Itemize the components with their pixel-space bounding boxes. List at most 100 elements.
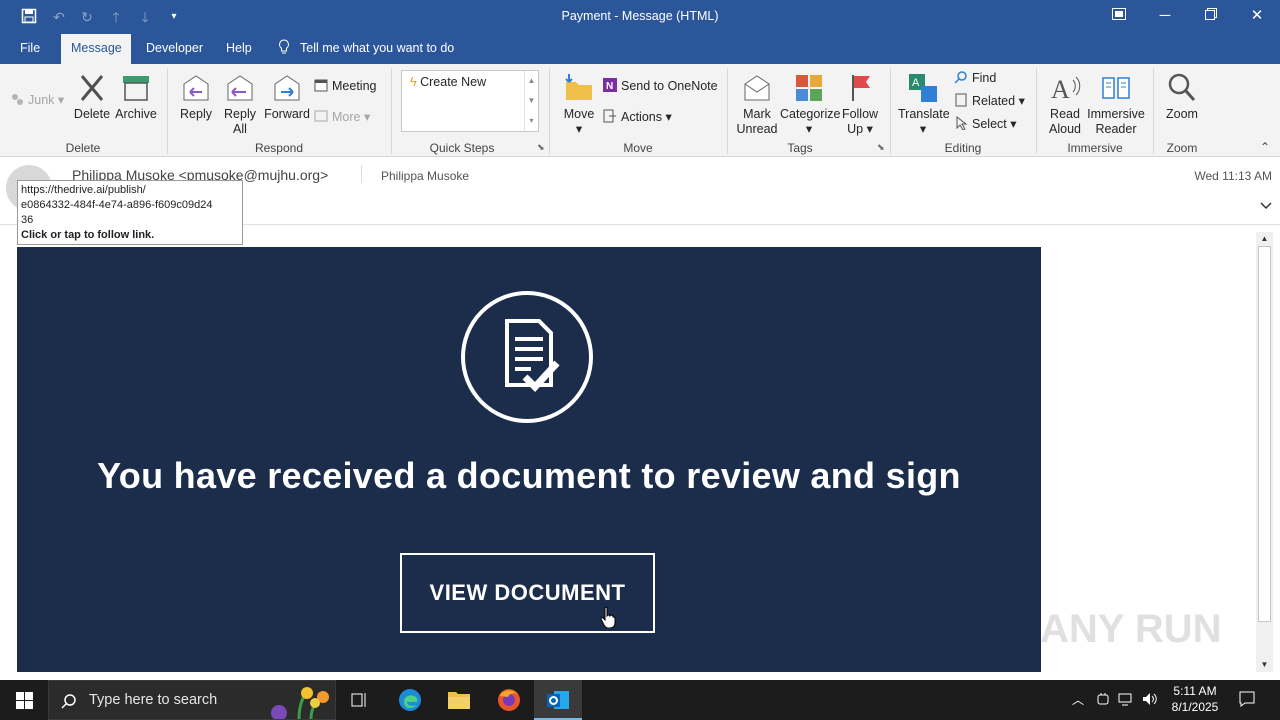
maximize-icon[interactable]: [1188, 0, 1234, 34]
lightbulb-icon: [279, 39, 289, 54]
junk-icon: [10, 92, 24, 106]
quick-steps-gallery[interactable]: ϟ Create New ▲ ▼ ▾: [401, 70, 539, 132]
separator: [1153, 68, 1154, 154]
close-icon[interactable]: ✕: [1234, 0, 1280, 34]
separator: [727, 68, 728, 154]
dialog-launcher-icon[interactable]: ⬊: [877, 142, 885, 153]
tab-message[interactable]: Message: [61, 34, 131, 64]
zoom-button[interactable]: Zoom: [1160, 72, 1204, 122]
read-aloud-button[interactable]: A Read Aloud: [1044, 72, 1086, 137]
search-placeholder: Type here to search: [89, 692, 218, 708]
ribbon: Junk ▾ Delete Archive Delete Reply Reply…: [0, 64, 1280, 157]
mark-unread-icon: [744, 75, 770, 101]
dialog-launcher-icon[interactable]: ⬊: [537, 142, 545, 153]
immersive-reader-button[interactable]: Immersive Reader: [1086, 72, 1146, 137]
search-highlight-image: [271, 687, 329, 719]
select-button[interactable]: Select ▾: [954, 114, 1017, 134]
mark-unread-button[interactable]: Mark Unread: [734, 72, 780, 137]
device-icon[interactable]: [1096, 692, 1110, 709]
outlook-message-window: ↶ ↻ 🡑 🡓 ▾ Payment - Message (HTML) ─ ✕ F…: [0, 0, 1280, 720]
recipient[interactable]: Philippa Musoke: [381, 169, 469, 183]
ribbon-tabs: File Message Developer Help Tell me what…: [0, 34, 1280, 64]
search-icon: [954, 70, 968, 84]
clock-time: 5:11 AM: [1173, 684, 1217, 698]
collapse-ribbon-icon[interactable]: ⌃: [1260, 140, 1270, 154]
expand-header-icon[interactable]: [1260, 199, 1272, 213]
forward-button[interactable]: Forward: [264, 72, 310, 122]
scroll-thumb[interactable]: [1258, 246, 1271, 622]
send-to-onenote-button[interactable]: N Send to OneNote: [603, 76, 718, 96]
lightning-icon: ϟ: [410, 75, 417, 89]
hand-cursor-icon: [600, 606, 616, 633]
archive-icon: [123, 76, 149, 101]
task-view-icon: [351, 693, 366, 707]
scroll-up-icon[interactable]: ▲: [1256, 232, 1273, 246]
svg-text:A: A: [912, 77, 920, 89]
group-label-respond: Respond: [254, 141, 304, 155]
delete-button[interactable]: Delete: [72, 72, 112, 122]
vertical-scrollbar[interactable]: ▲ ▼: [1256, 232, 1273, 672]
more-button[interactable]: More ▾: [314, 107, 370, 127]
edge-button[interactable]: [386, 680, 434, 720]
archive-button[interactable]: Archive: [114, 72, 158, 122]
tab-file[interactable]: File: [10, 34, 50, 64]
email-headline: You have received a document to review a…: [97, 455, 961, 496]
notifications-icon[interactable]: [1238, 690, 1256, 711]
start-button[interactable]: [0, 680, 48, 720]
taskbar-search-box[interactable]: Type here to search: [48, 680, 336, 720]
junk-button[interactable]: Junk ▾: [10, 90, 64, 110]
firefox-icon: [498, 689, 520, 711]
system-clock[interactable]: 5:11 AM 8/1/2025: [1166, 683, 1224, 715]
network-icon[interactable]: [1118, 692, 1134, 709]
calendar-icon: [314, 78, 328, 92]
cursor-icon: [954, 115, 968, 131]
more-icon: [314, 109, 328, 123]
clock-date: 8/1/2025: [1171, 700, 1219, 714]
email-banner: You have received a document to review a…: [17, 247, 1041, 672]
reply-all-button[interactable]: Reply All: [220, 72, 260, 137]
actions-button[interactable]: Actions ▾: [603, 107, 672, 127]
folder-move-icon: [565, 74, 592, 100]
outlook-icon: [547, 691, 569, 709]
tell-me-text: Tell me what you want to do: [300, 41, 455, 55]
categorize-icon: [796, 75, 822, 101]
tab-developer[interactable]: Developer: [136, 34, 213, 64]
move-button[interactable]: Move ▾: [560, 72, 598, 137]
tab-help[interactable]: Help: [216, 34, 262, 64]
scroll-down-icon[interactable]: ▼: [1256, 658, 1273, 672]
tooltip-url-line: https://thedrive.ai/publish/: [21, 184, 146, 196]
reply-icon: [183, 75, 209, 101]
message-body: You have received a document to review a…: [0, 225, 1256, 680]
outlook-button[interactable]: [534, 680, 582, 720]
categorize-button[interactable]: Categorize ▾: [780, 72, 840, 137]
minimize-icon[interactable]: ─: [1142, 0, 1188, 34]
group-label-tags: Tags: [787, 141, 813, 155]
translate-icon: A: [909, 74, 937, 102]
follow-up-button[interactable]: Follow Up ▾: [840, 72, 880, 137]
volume-icon[interactable]: [1142, 692, 1158, 709]
zoom-icon: [1168, 73, 1196, 101]
quick-step-create-new[interactable]: ϟ Create New: [410, 75, 486, 89]
firefox-button[interactable]: [485, 680, 533, 720]
find-button[interactable]: Find: [954, 68, 996, 88]
file-explorer-button[interactable]: [435, 680, 483, 720]
quick-steps-scroll[interactable]: ▲ ▼ ▾: [524, 71, 538, 131]
related-button[interactable]: Related ▾: [954, 91, 1025, 111]
group-label-delete: Delete: [65, 141, 101, 155]
translate-button[interactable]: A Translate ▾: [898, 72, 950, 137]
meeting-button[interactable]: Meeting: [314, 76, 376, 96]
document-check-icon: [461, 291, 593, 423]
view-document-button[interactable]: VIEW DOCUMENT: [400, 553, 655, 633]
delete-icon: [80, 75, 104, 101]
show-hidden-icons[interactable]: ︿: [1072, 691, 1084, 708]
onenote-icon: N: [603, 78, 617, 92]
group-label-move: Move: [623, 141, 653, 155]
reply-button[interactable]: Reply: [176, 72, 216, 122]
tooltip-hint: Click or tap to follow link.: [21, 229, 155, 241]
tell-me-box[interactable]: Tell me what you want to do: [278, 34, 454, 64]
restore-ribbon-icon[interactable]: [1096, 0, 1142, 34]
task-view-button[interactable]: [336, 680, 384, 720]
title-bar: ↶ ↻ 🡑 🡓 ▾ Payment - Message (HTML) ─ ✕: [0, 0, 1280, 34]
separator: [549, 68, 550, 154]
forward-icon: [274, 75, 300, 101]
